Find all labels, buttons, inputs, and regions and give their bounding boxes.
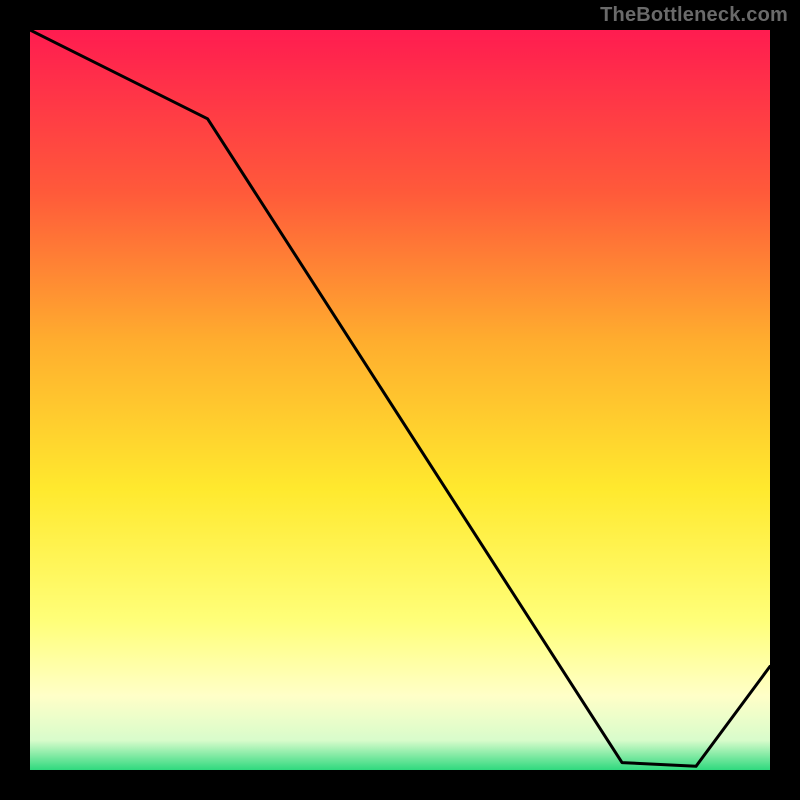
- watermark-text: TheBottleneck.com: [600, 4, 788, 27]
- chart-svg: [30, 30, 770, 770]
- plot-area: [30, 30, 770, 770]
- chart-frame: TheBottleneck.com: [0, 0, 800, 800]
- gradient-background: [30, 30, 770, 770]
